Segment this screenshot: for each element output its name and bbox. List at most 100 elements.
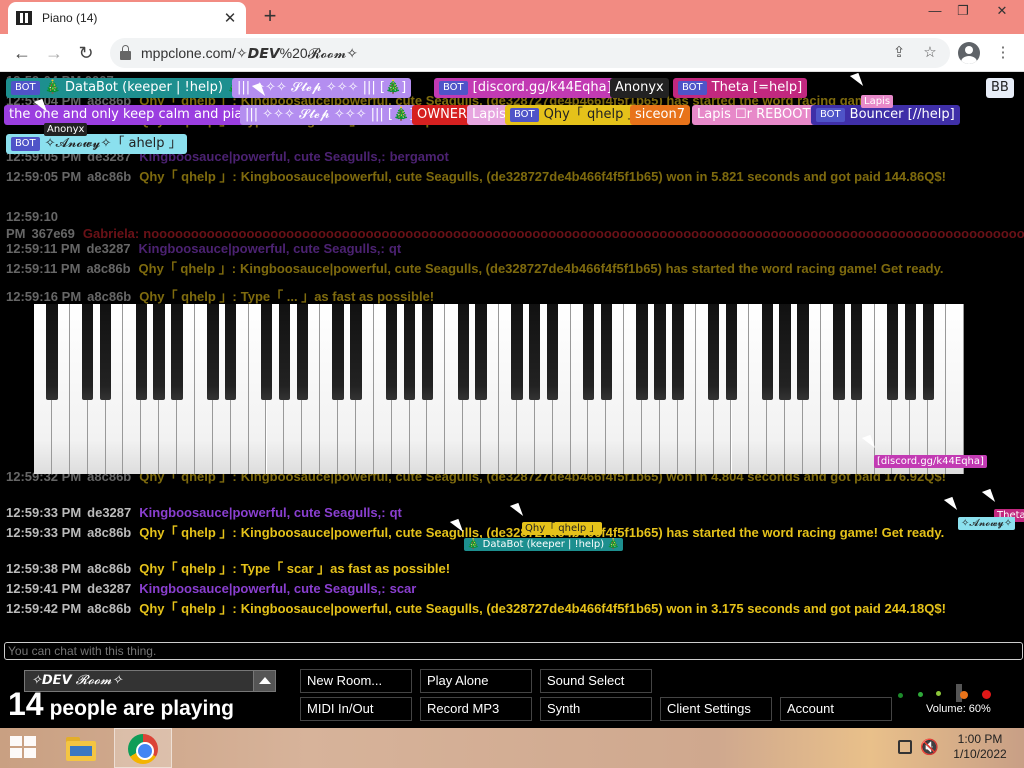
player-badge[interactable]: BOT Qhy「 qhelp 」 bbox=[505, 105, 646, 125]
message-text: nooooooooooooooooooooooooooooooooooooooo… bbox=[143, 226, 1024, 241]
cursor-name-tag: Lapis bbox=[861, 95, 894, 108]
black-key[interactable] bbox=[797, 304, 809, 400]
player-badge[interactable]: BOT 🎄 DataBot (keeper | !help) 🎄 bbox=[6, 78, 249, 98]
black-key[interactable] bbox=[46, 304, 58, 400]
black-key[interactable] bbox=[99, 304, 112, 400]
browser-tab[interactable]: Piano (14) ✕ bbox=[8, 2, 246, 34]
midi-in-out-button[interactable]: MIDI In/Out bbox=[300, 697, 412, 721]
new-tab-button[interactable]: + bbox=[258, 4, 282, 28]
profile-avatar-icon[interactable] bbox=[958, 42, 980, 64]
black-key[interactable] bbox=[833, 304, 845, 400]
black-key[interactable] bbox=[207, 304, 219, 400]
chrome-icon bbox=[128, 734, 158, 764]
black-key[interactable] bbox=[385, 304, 398, 400]
black-key[interactable] bbox=[529, 304, 541, 400]
black-key[interactable] bbox=[332, 304, 344, 400]
black-key[interactable] bbox=[725, 304, 738, 400]
black-key[interactable] bbox=[135, 304, 148, 400]
black-key[interactable] bbox=[707, 304, 720, 400]
black-key[interactable] bbox=[672, 304, 684, 400]
message-author: Qhy「 qhelp 」: bbox=[139, 169, 237, 184]
black-key[interactable] bbox=[904, 304, 917, 400]
message-user-id: a8c86b bbox=[87, 289, 132, 304]
message-text: Kingboosauce|powerful, cute Seagulls, (d… bbox=[240, 261, 944, 276]
message-time: 12:59:33 PM bbox=[6, 505, 82, 520]
black-key[interactable] bbox=[546, 304, 559, 400]
black-key[interactable] bbox=[600, 304, 613, 400]
chat-message: 12:59:10 PM 367e69 Gabriela: nooooooooooooo… bbox=[6, 208, 1024, 242]
browser-menu-icon[interactable]: ⋮ bbox=[992, 42, 1014, 64]
new-room-button[interactable]: New Room... bbox=[300, 669, 412, 693]
black-key[interactable] bbox=[511, 304, 523, 400]
black-key[interactable] bbox=[421, 304, 434, 400]
black-key[interactable] bbox=[296, 304, 308, 400]
black-key[interactable] bbox=[850, 304, 863, 400]
network-icon[interactable] bbox=[898, 740, 912, 754]
black-key[interactable] bbox=[278, 304, 291, 400]
windows-start-icon[interactable] bbox=[10, 736, 38, 760]
taskbar-clock[interactable]: 1:00 PM 1/10/2022 bbox=[944, 732, 1016, 762]
player-badge[interactable]: Anonyx bbox=[610, 78, 669, 98]
player-badge[interactable]: siceon7 bbox=[630, 105, 690, 125]
black-key[interactable] bbox=[350, 304, 362, 400]
white-key[interactable] bbox=[946, 304, 964, 474]
message-user-id: 367e69 bbox=[31, 226, 75, 241]
player-badge[interactable]: BOT ✧𝓐𝓷𝓸𝔀𝔂✧「 ahelp 」 bbox=[6, 134, 187, 154]
chat-input[interactable] bbox=[4, 642, 1023, 660]
black-key[interactable] bbox=[260, 304, 273, 400]
black-key[interactable] bbox=[761, 304, 773, 400]
black-key[interactable] bbox=[886, 304, 899, 400]
black-key[interactable] bbox=[475, 304, 487, 400]
black-key[interactable] bbox=[654, 304, 666, 400]
bookmark-star-icon[interactable]: ☆ bbox=[919, 42, 941, 64]
piano-keyboard[interactable] bbox=[34, 304, 964, 474]
file-explorer-icon[interactable] bbox=[64, 733, 98, 763]
share-icon[interactable]: ⇪ bbox=[888, 42, 910, 64]
black-key[interactable] bbox=[153, 304, 165, 400]
client-settings-button[interactable]: Client Settings bbox=[660, 697, 772, 721]
volume-indicator-dot bbox=[898, 693, 903, 698]
synth-button[interactable]: Synth bbox=[540, 697, 652, 721]
player-badge[interactable]: ||| ✧✧✧ 𝓢𝓽𝓮𝓹 ✧✧✧ ||| [🎄] bbox=[240, 105, 420, 125]
bot-tag: BOT bbox=[678, 81, 707, 95]
black-key[interactable] bbox=[457, 304, 469, 400]
sound-select-button[interactable]: Sound Select bbox=[540, 669, 652, 693]
reload-button[interactable]: ↻ bbox=[74, 42, 98, 64]
forward-button[interactable]: → bbox=[42, 42, 66, 64]
piano-favicon-icon bbox=[16, 11, 32, 25]
player-badge[interactable]: BOT Bouncer [//help] bbox=[811, 105, 960, 125]
black-key[interactable] bbox=[403, 304, 416, 400]
player-badge-label: Lapis bbox=[472, 107, 506, 122]
player-badge-label: BB bbox=[991, 80, 1009, 95]
black-key[interactable] bbox=[779, 304, 791, 400]
volume-indicator-dot bbox=[918, 692, 923, 697]
back-button[interactable]: ← bbox=[10, 42, 34, 64]
tab-close-icon[interactable]: ✕ bbox=[222, 9, 238, 27]
black-key[interactable] bbox=[171, 304, 183, 400]
room-dropdown-arrow-icon[interactable] bbox=[253, 671, 275, 691]
system-tray[interactable]: 🔇 bbox=[896, 736, 939, 760]
window-restore-button[interactable]: ❐ bbox=[946, 0, 980, 22]
black-key[interactable] bbox=[636, 304, 648, 400]
player-badge[interactable]: BB bbox=[986, 78, 1014, 98]
player-badge[interactable]: BOT [discord.gg/k44Eqha] bbox=[434, 78, 617, 98]
window-close-button[interactable]: ✕ bbox=[985, 0, 1019, 22]
player-badge[interactable]: BOT Theta [=help] bbox=[673, 78, 808, 98]
message-author: Qhy「 qhelp 」: bbox=[138, 261, 237, 276]
speaker-muted-icon[interactable]: 🔇 bbox=[920, 738, 939, 756]
chrome-taskbar-button[interactable] bbox=[114, 728, 172, 768]
black-key[interactable] bbox=[922, 304, 934, 400]
record-mp3-button[interactable]: Record MP3 bbox=[420, 697, 532, 721]
black-key[interactable] bbox=[81, 304, 94, 400]
play-alone-button[interactable]: Play Alone bbox=[420, 669, 532, 693]
account-button[interactable]: Account bbox=[780, 697, 892, 721]
address-bar[interactable]: mppclone.com/✧𝘿𝙀𝙑%20𝓡𝓸𝓸𝓶✧ bbox=[110, 38, 950, 68]
cursor-name-tag: ✧𝓐𝓷𝓸𝔀𝔂✧ bbox=[958, 517, 1016, 530]
volume-indicator-dot bbox=[936, 691, 941, 696]
player-badge[interactable]: OWNER bbox=[412, 105, 473, 125]
message-author: Kingboosauce|powerful, cute Seagulls,: bbox=[139, 581, 386, 596]
message-user-id: a8c86b bbox=[86, 261, 131, 276]
black-key[interactable] bbox=[582, 304, 595, 400]
black-key[interactable] bbox=[225, 304, 237, 400]
volume-control[interactable]: Volume: 60% bbox=[898, 682, 1008, 722]
